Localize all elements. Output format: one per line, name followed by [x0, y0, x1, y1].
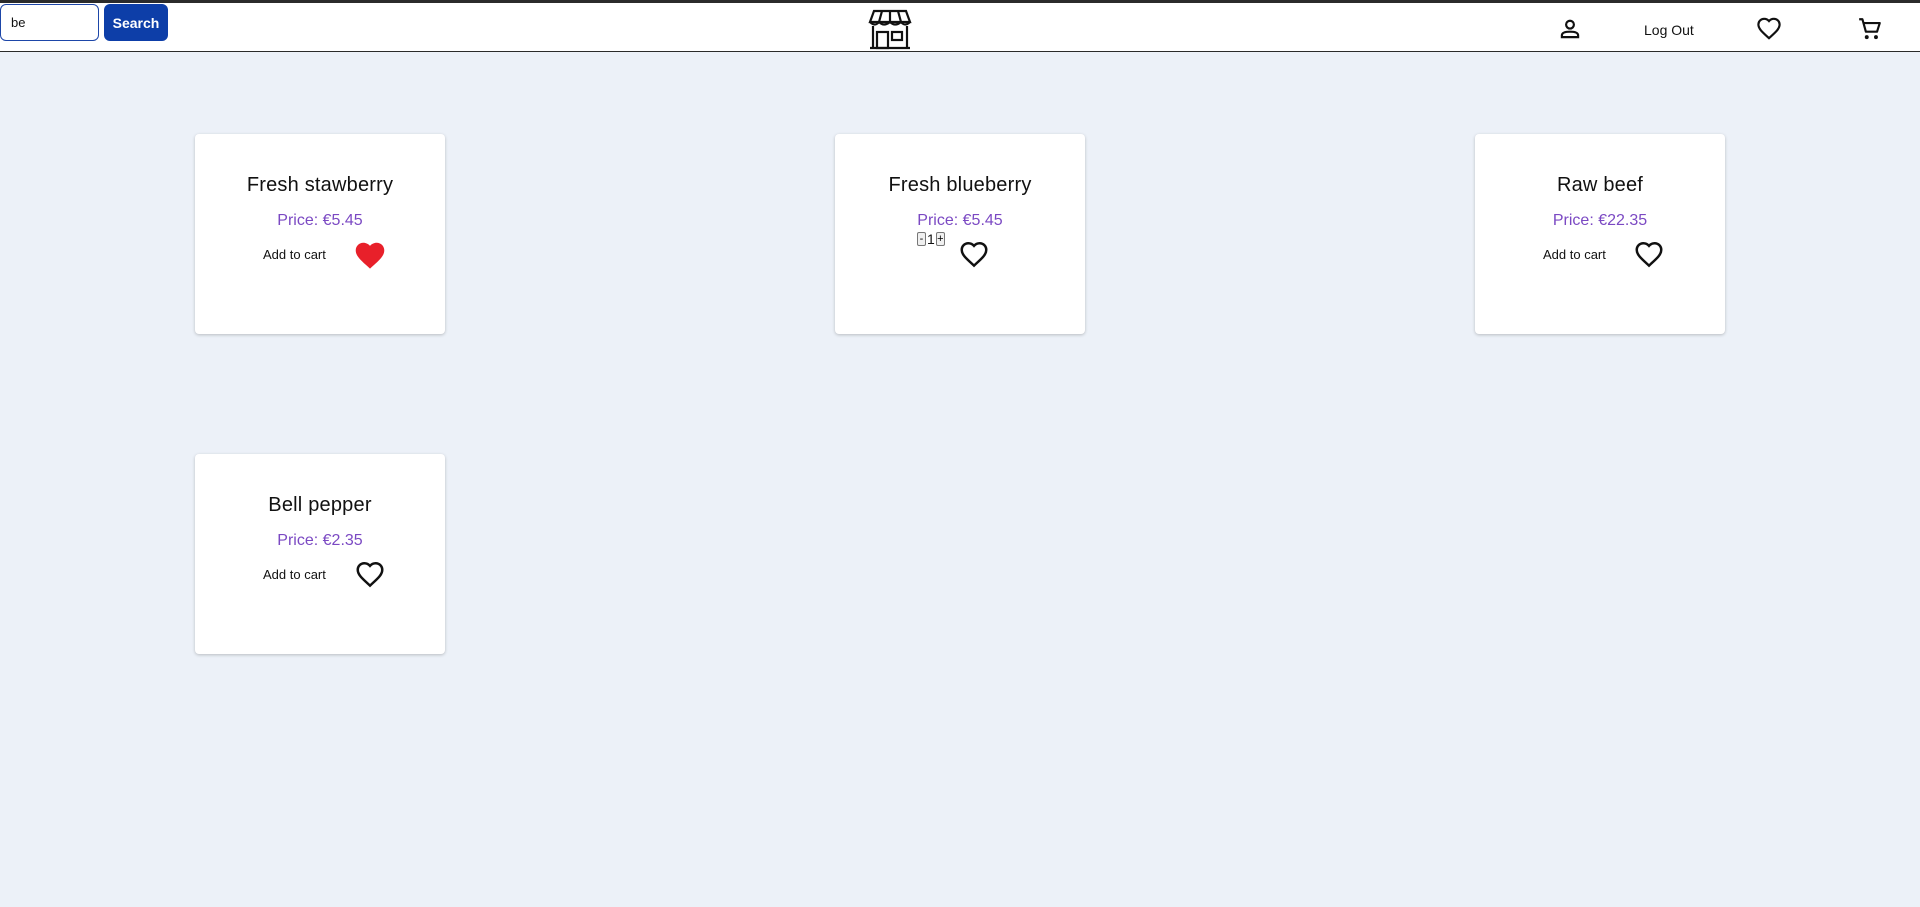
product-card: Fresh blueberry Price: €5.45 - 1 + — [835, 134, 1085, 334]
product-name: Raw beef — [1556, 174, 1644, 196]
favorite-heart-icon[interactable] — [1634, 240, 1664, 270]
search-button[interactable]: Search — [104, 4, 168, 41]
quantity-value: 1 — [927, 231, 935, 247]
product-name: Fresh stawberry — [246, 174, 394, 196]
favorite-filled-heart-icon[interactable] — [353, 240, 387, 272]
product-price: Price: €5.45 — [917, 212, 1003, 229]
product-price: Price: €22.35 — [1552, 212, 1648, 229]
user-icon[interactable] — [1557, 16, 1583, 42]
add-to-cart-button[interactable]: Add to cart — [263, 247, 326, 262]
storefront-icon[interactable] — [868, 8, 912, 50]
add-to-cart-button[interactable]: Add to cart — [263, 567, 326, 582]
decrease-quantity-button[interactable]: - — [917, 232, 926, 246]
product-price: Price: €2.35 — [277, 532, 363, 549]
product-card: Fresh stawberry Price: €5.45 Add to cart — [195, 134, 445, 334]
quantity-stepper: - 1 + — [917, 231, 945, 247]
cart-icon[interactable] — [1857, 16, 1883, 42]
search-input[interactable] — [0, 4, 99, 41]
product-card: Bell pepper Price: €2.35 Add to cart — [195, 454, 445, 654]
product-name: Fresh blueberry — [888, 174, 1032, 196]
heart-icon[interactable] — [1756, 16, 1782, 42]
increase-quantity-button[interactable]: + — [935, 232, 945, 246]
product-name: Bell pepper — [268, 494, 372, 516]
top-navbar: Search Log Out — [0, 0, 1920, 52]
product-card: Raw beef Price: €22.35 Add to cart — [1475, 134, 1725, 334]
logout-link[interactable]: Log Out — [1644, 22, 1694, 38]
favorite-heart-icon[interactable] — [355, 560, 385, 590]
product-price: Price: €5.45 — [277, 212, 363, 229]
add-to-cart-button[interactable]: Add to cart — [1543, 247, 1606, 262]
favorite-heart-icon[interactable] — [959, 240, 989, 270]
